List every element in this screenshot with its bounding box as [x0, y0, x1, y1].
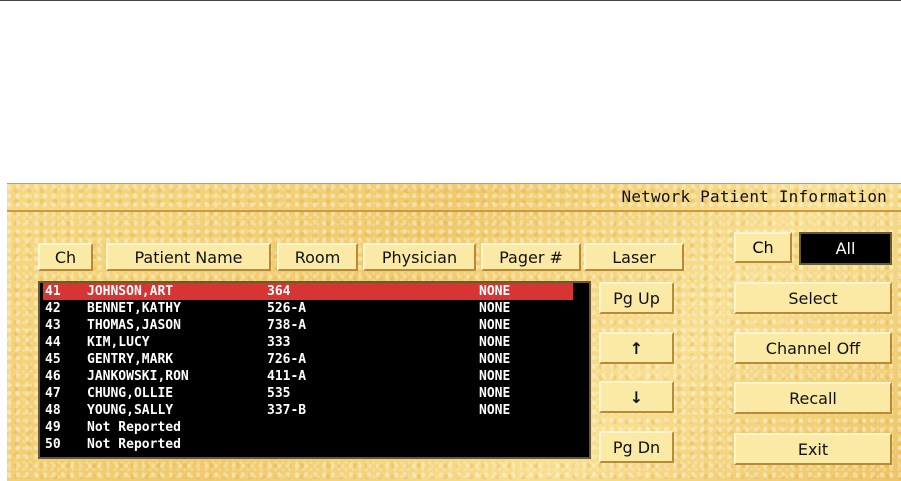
patient-row[interactable]: 41 JOHNSON,ART 364 NONE: [43, 283, 573, 300]
scroll-up-button[interactable]: ↑: [599, 332, 674, 364]
column-header-laser[interactable]: Laser: [584, 243, 684, 271]
patient-row[interactable]: 48 YOUNG,SALLY 337-B NONE: [43, 402, 573, 419]
row-channel: 41: [45, 284, 61, 299]
row-channel: 48: [45, 403, 61, 418]
row-room: 411-A: [267, 369, 307, 384]
row-pager: NONE: [479, 318, 511, 333]
patient-row[interactable]: 42 BENNET,KATHY 526-A NONE: [43, 300, 573, 317]
scroll-down-button[interactable]: ↓: [599, 381, 674, 413]
row-pager: NONE: [479, 403, 511, 418]
column-header-physician[interactable]: Physician: [363, 243, 476, 271]
row-channel: 47: [45, 386, 61, 401]
row-patient-name: THOMAS,JASON: [87, 318, 181, 333]
channel-off-button[interactable]: Channel Off: [734, 332, 892, 364]
row-pager: NONE: [479, 386, 511, 401]
row-room: 333: [267, 335, 291, 350]
row-channel: 46: [45, 369, 61, 384]
row-pager: NONE: [479, 301, 511, 316]
row-pager: NONE: [479, 335, 511, 350]
patient-row[interactable]: 47 CHUNG,OLLIE 535 NONE: [43, 385, 573, 402]
row-channel: 42: [45, 301, 61, 316]
row-channel: 45: [45, 352, 61, 367]
channel-label: Ch: [734, 232, 792, 263]
page-down-button[interactable]: Pg Dn: [599, 431, 674, 463]
exit-button[interactable]: Exit: [734, 433, 892, 465]
row-patient-name: CHUNG,OLLIE: [87, 386, 174, 401]
row-room: 526-A: [267, 301, 307, 316]
row-patient-name: Not Reported: [87, 437, 181, 452]
row-patient-name: JOHNSON,ART: [87, 284, 174, 299]
patient-info-panel: Network Patient Information Ch Patient N…: [7, 183, 901, 481]
patient-row[interactable]: 45 GENTRY,MARK 726-A NONE: [43, 351, 573, 368]
row-patient-name: BENNET,KATHY: [87, 301, 181, 316]
arrow-down-icon: ↓: [629, 387, 644, 407]
row-patient-name: YOUNG,SALLY: [87, 403, 174, 418]
patient-list[interactable]: 41 JOHNSON,ART 364 NONE 42 BENNET,KATHY …: [38, 281, 591, 459]
row-channel: 44: [45, 335, 61, 350]
row-patient-name: Not Reported: [87, 420, 181, 435]
row-patient-name: GENTRY,MARK: [87, 352, 174, 367]
row-room: 364: [267, 284, 291, 299]
patient-row[interactable]: 50 Not Reported: [43, 436, 573, 453]
patient-row[interactable]: 46 JANKOWSKI,RON 411-A NONE: [43, 368, 573, 385]
row-room: 535: [267, 386, 291, 401]
column-header-ch[interactable]: Ch: [38, 243, 93, 271]
top-rule: [0, 0, 901, 1]
column-header-room[interactable]: Room: [277, 243, 358, 271]
row-patient-name: KIM,LUCY: [87, 335, 150, 350]
patient-row[interactable]: 49 Not Reported: [43, 419, 573, 436]
select-button[interactable]: Select: [734, 282, 892, 314]
patient-row[interactable]: 43 THOMAS,JASON 738-A NONE: [43, 317, 573, 334]
channel-value-display[interactable]: All: [799, 232, 892, 265]
title-bar: Network Patient Information: [7, 184, 901, 212]
row-room: 726-A: [267, 352, 307, 367]
row-patient-name: JANKOWSKI,RON: [87, 369, 189, 384]
row-channel: 43: [45, 318, 61, 333]
window-title: Network Patient Information: [621, 187, 887, 206]
arrow-up-icon: ↑: [629, 338, 644, 358]
row-pager: NONE: [479, 284, 511, 299]
row-channel: 50: [45, 437, 61, 452]
row-pager: NONE: [479, 352, 511, 367]
row-room: 337-B: [267, 403, 307, 418]
page-up-button[interactable]: Pg Up: [599, 282, 674, 314]
row-pager: NONE: [479, 369, 511, 384]
row-channel: 49: [45, 420, 61, 435]
column-header-pager[interactable]: Pager #: [481, 243, 581, 271]
patient-row[interactable]: 44 KIM,LUCY 333 NONE: [43, 334, 573, 351]
column-header-patient-name[interactable]: Patient Name: [106, 243, 271, 271]
row-room: 738-A: [267, 318, 307, 333]
recall-button[interactable]: Recall: [734, 382, 892, 414]
